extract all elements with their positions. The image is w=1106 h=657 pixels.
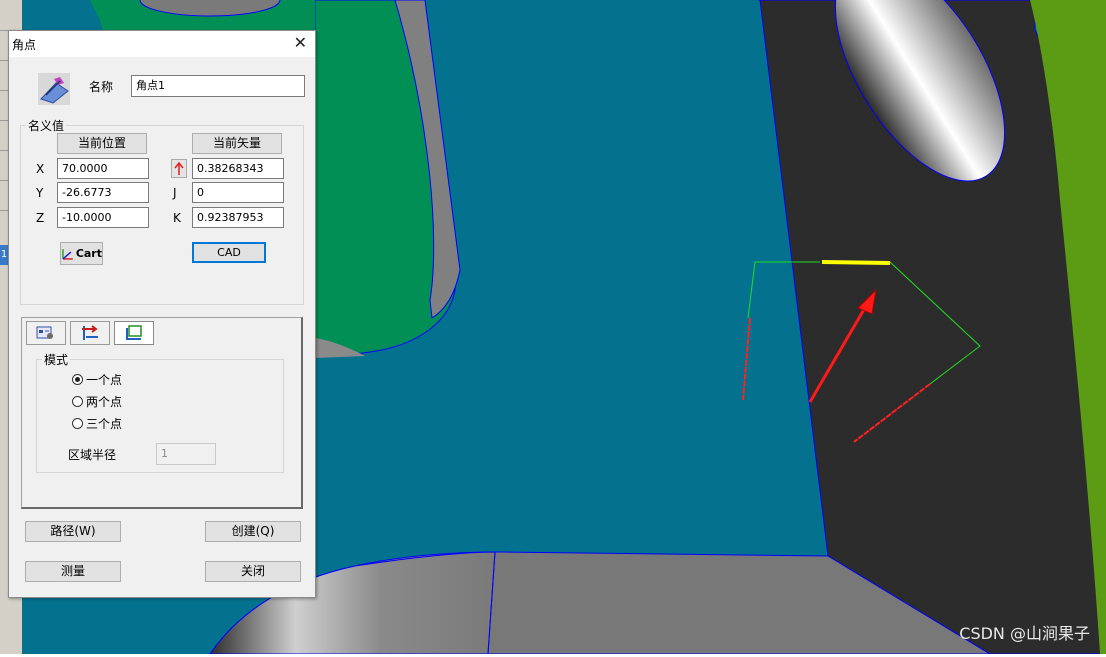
radio-dot (72, 418, 83, 429)
cad-button[interactable]: CAD (192, 242, 266, 263)
strip-tick (0, 150, 8, 151)
create-button[interactable]: 创建(Q) (205, 521, 301, 542)
dialog-titlebar[interactable]: 角点 ✕ (9, 31, 315, 57)
point-feature-icon (38, 73, 70, 105)
radio-dot (72, 396, 83, 407)
tab-settings-icon (36, 326, 53, 339)
close-button[interactable]: 关闭 (205, 561, 301, 582)
region-radius-label: 区域半径 (68, 448, 117, 462)
tab-swap-icon (82, 325, 98, 340)
mode-group-title: 模式 (42, 351, 71, 368)
mode-option-label: 一个点 (86, 373, 123, 387)
tab-swap[interactable] (70, 321, 110, 345)
mode-radio-three[interactable]: 三个点 (72, 415, 122, 432)
flip-vector-button[interactable] (171, 159, 187, 178)
strip-tick (0, 120, 8, 121)
i-input[interactable]: 0.38268343 (192, 158, 284, 179)
nominal-group-title: 名义值 (26, 117, 67, 134)
strip-badge[interactable]: 1 (0, 245, 8, 265)
name-input[interactable]: 角点1 (131, 75, 305, 97)
radio-dot (72, 374, 83, 385)
highlight-edge (821, 260, 891, 265)
j-input[interactable]: 0 (192, 182, 284, 203)
y-label: Y (36, 186, 44, 200)
cart-axes-icon (62, 248, 73, 260)
tab-point[interactable] (114, 321, 154, 345)
corner-point-dialog: 角点 ✕ 名称 角点1 名义值 当前位置 当前矢量 X 70.0000 0.38… (8, 30, 316, 598)
mode-option-label: 两个点 (86, 395, 123, 409)
watermark: CSDN @山涧果子 (959, 624, 1090, 643)
mode-radio-one[interactable]: 一个点 (72, 371, 122, 388)
x-label: X (36, 162, 45, 176)
strip-tick (0, 30, 8, 31)
current-vector-button[interactable]: 当前矢量 (192, 133, 282, 154)
tab-settings[interactable] (26, 321, 66, 345)
dialog-title: 角点 (12, 38, 37, 52)
strip-tick (0, 90, 8, 91)
strip-tick (0, 180, 8, 181)
vector-arrow-icon (174, 161, 184, 175)
strip-tick (0, 210, 8, 211)
z-label: Z (36, 211, 45, 225)
mode-radio-two[interactable]: 两个点 (72, 393, 122, 410)
path-button[interactable]: 路径(W) (25, 521, 121, 542)
options-tab-panel: 模式 一个点 两个点 三个点 区域半径 1 (21, 317, 303, 509)
cart-button-label: Cart (75, 247, 102, 260)
close-icon[interactable]: ✕ (294, 34, 307, 52)
cart-button[interactable]: Cart (60, 242, 103, 265)
k-input[interactable]: 0.92387953 (192, 207, 284, 228)
name-label: 名称 (89, 80, 114, 94)
y-input[interactable]: -26.6773 (57, 182, 149, 203)
strip-tick (0, 60, 8, 61)
x-input[interactable]: 70.0000 (57, 158, 149, 179)
k-label: K (173, 211, 181, 225)
tab-point-icon (126, 325, 142, 340)
j-label: J (173, 186, 177, 200)
measure-button[interactable]: 测量 (25, 561, 121, 582)
current-position-button[interactable]: 当前位置 (57, 133, 147, 154)
z-input[interactable]: -10.0000 (57, 207, 149, 228)
region-radius-input[interactable]: 1 (156, 443, 216, 465)
mode-option-label: 三个点 (86, 417, 123, 431)
